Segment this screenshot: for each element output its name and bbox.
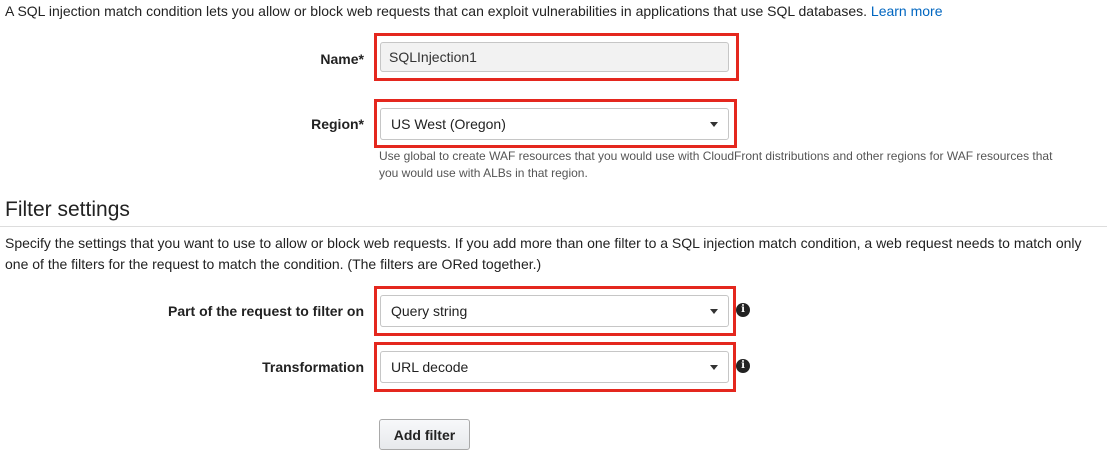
learn-more-link[interactable]: Learn more xyxy=(871,3,943,19)
section-divider xyxy=(0,226,1107,227)
region-label: Region* xyxy=(311,116,364,132)
info-icon[interactable]: i xyxy=(736,359,750,373)
name-label: Name* xyxy=(320,51,364,67)
region-help-text: Use global to create WAF resources that … xyxy=(379,148,1079,182)
region-select[interactable]: US West (Oregon) xyxy=(380,108,729,140)
transformation-selected-value: URL decode xyxy=(391,359,469,375)
part-of-request-select[interactable]: Query string xyxy=(380,295,729,327)
add-filter-button[interactable]: Add filter xyxy=(379,419,470,450)
region-help-line-2: you would use with ALBs in that region. xyxy=(379,166,588,180)
part-of-request-label: Part of the request to filter on xyxy=(167,303,364,319)
info-icon[interactable]: i xyxy=(736,303,750,317)
filter-settings-title: Filter settings xyxy=(5,198,130,221)
name-input[interactable] xyxy=(380,42,729,72)
region-selected-value: US West (Oregon) xyxy=(391,116,506,132)
part-of-request-selected-value: Query string xyxy=(391,303,468,319)
chevron-down-icon xyxy=(710,365,718,370)
transformation-label: Transformation xyxy=(262,359,364,375)
intro-description: A SQL injection match condition lets you… xyxy=(5,3,868,19)
filter-settings-description: Specify the settings that you want to us… xyxy=(5,235,1082,272)
chevron-down-icon xyxy=(710,122,718,127)
transformation-select[interactable]: URL decode xyxy=(380,351,729,383)
region-help-line-1: Use global to create WAF resources that … xyxy=(379,149,1053,163)
chevron-down-icon xyxy=(710,309,718,314)
intro-text: A SQL injection match condition lets you… xyxy=(5,3,943,20)
